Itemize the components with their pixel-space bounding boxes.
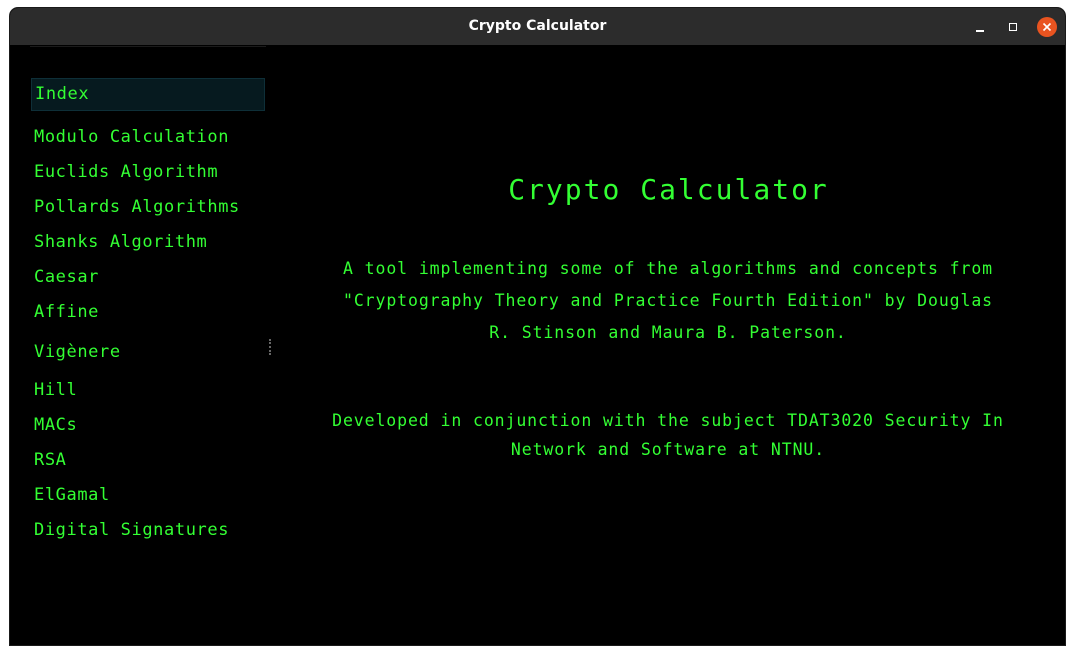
description-text: A tool implementing some of the algorith… [330,253,1006,349]
sidebar-item-affine[interactable]: Affine [31,296,265,329]
sidebar-item-digital-signatures[interactable]: Digital Signatures [31,514,265,547]
sidebar-item-caesar[interactable]: Caesar [31,261,265,294]
sidebar-item-euclids-algorithm[interactable]: Euclids Algorithm [31,156,265,189]
close-button[interactable] [1037,17,1057,37]
sidebar-item-rsa[interactable]: RSA [31,444,265,477]
sidebar-nav: Index Modulo Calculation Euclids Algorit… [10,45,272,645]
credits-line: Network and Software at NTNU. [510,440,826,459]
description-line: A tool implementing some of the algorith… [342,259,994,278]
page-title: Crypto Calculator [508,173,829,206]
close-icon [1042,22,1052,32]
sidebar-item-macs[interactable]: MACs [31,409,265,442]
maximize-button[interactable] [1003,17,1023,37]
maximize-icon [1009,23,1017,31]
description-line: "Cryptography Theory and Practice Fourth… [342,291,994,310]
minimize-button[interactable] [970,17,990,37]
title-bar[interactable]: Crypto Calculator [10,8,1065,45]
minimize-icon [976,30,984,32]
app-window: Crypto Calculator Index Modulo Calculati… [10,8,1065,645]
sidebar-item-elgamal[interactable]: ElGamal [31,479,265,512]
sidebar-item-hill[interactable]: Hill [31,374,265,407]
window-title: Crypto Calculator [468,18,607,34]
sidebar-item-modulo-calculation[interactable]: Modulo Calculation [31,121,265,154]
sidebar-item-shanks-algorithm[interactable]: Shanks Algorithm [31,226,265,259]
description-line: R. Stinson and Maura B. Paterson. [489,323,847,342]
sidebar-item-vigenere[interactable]: Vigènere [31,336,265,369]
credits-line: Developed in conjunction with the subjec… [332,411,1004,430]
sidebar-item-pollards-algorithms[interactable]: Pollards Algorithms [31,191,265,224]
credits-text: Developed in conjunction with the subjec… [320,406,1016,464]
main-content: Crypto Calculator A tool implementing so… [272,45,1065,645]
sidebar-item-index[interactable]: Index [31,78,265,111]
